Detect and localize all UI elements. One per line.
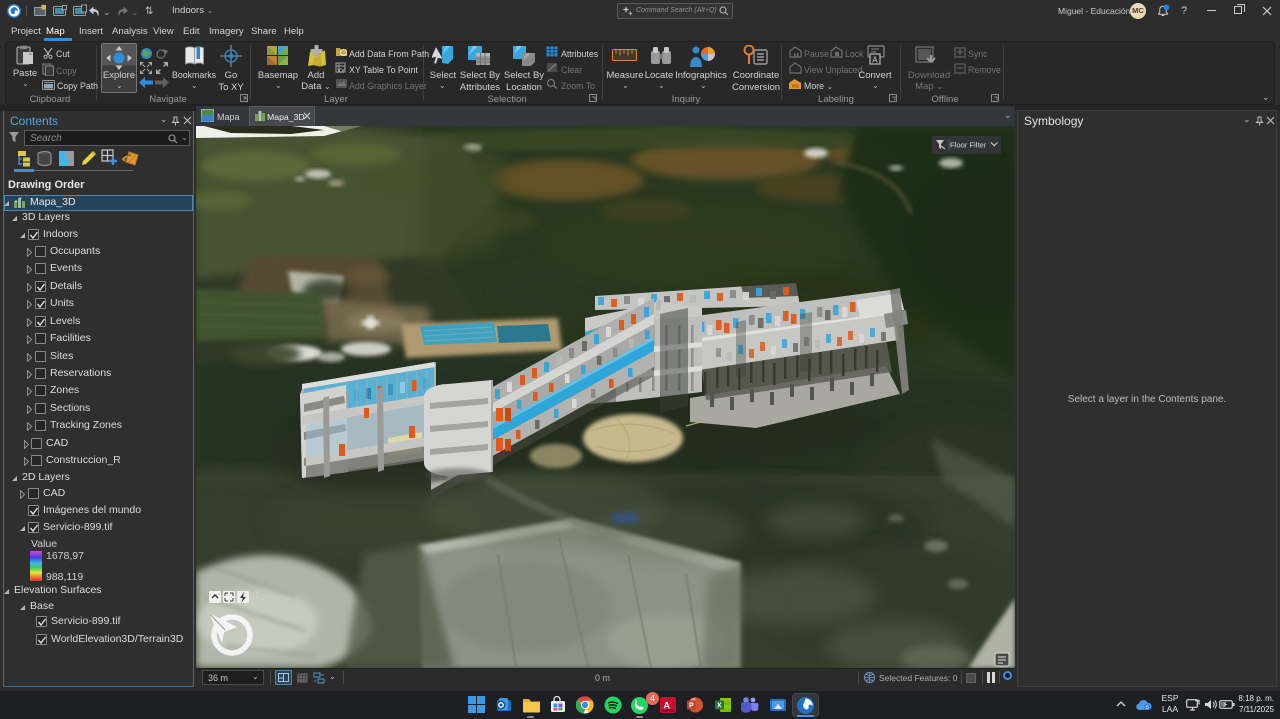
svg-text:Floor Filter: Floor Filter <box>950 141 987 150</box>
svg-text:X: X <box>717 703 722 710</box>
svg-text:P: P <box>689 703 694 710</box>
svg-text:A: A <box>664 701 671 711</box>
svg-text:A: A <box>872 56 878 65</box>
svg-text:XY: XY <box>337 69 345 74</box>
